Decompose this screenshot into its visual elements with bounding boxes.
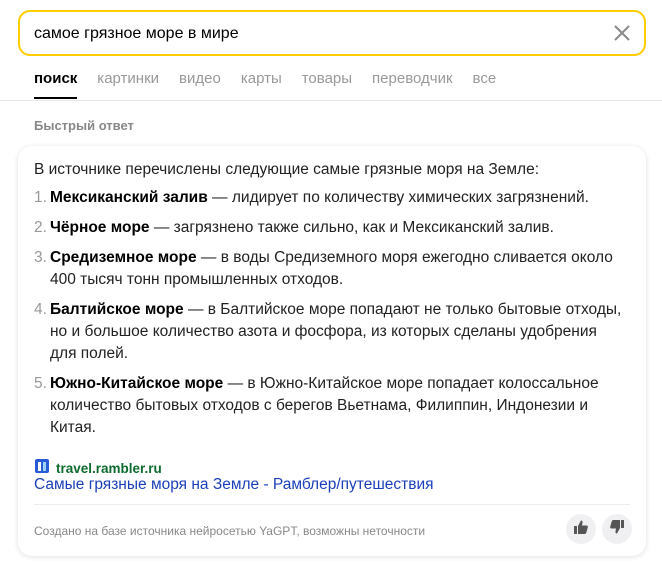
thumbs-up-icon	[573, 519, 589, 540]
source-link[interactable]: Самые грязные моря на Земле - Рамблер/пу…	[34, 476, 434, 494]
answer-list: 1. Мексиканский залив — лидирует по коли…	[34, 187, 624, 447]
sea-description: — загрязнено также сильно, как и Мексика…	[149, 219, 554, 236]
tab-images[interactable]: картинки	[97, 70, 159, 94]
list-item: 1. Мексиканский залив — лидирует по коли…	[34, 187, 624, 209]
sea-name: Средиземное море	[50, 249, 197, 266]
search-box[interactable]	[18, 10, 646, 56]
list-number: 1.	[34, 189, 47, 206]
tab-products[interactable]: товары	[302, 70, 352, 94]
list-item: 2. Чёрное море — загрязнено также сильно…	[34, 217, 624, 239]
tabs-divider	[0, 100, 662, 101]
sea-name: Мексиканский залив	[50, 189, 208, 206]
list-item: 4. Балтийское море — в Балтийское море п…	[34, 299, 624, 365]
tab-maps[interactable]: карты	[241, 70, 282, 94]
search-input[interactable]	[34, 22, 594, 46]
thumbs-down-button[interactable]	[602, 514, 632, 544]
list-number: 4.	[34, 301, 47, 318]
tab-video[interactable]: видео	[179, 70, 221, 94]
answer-intro: В источнике перечислены следующие самые …	[34, 161, 539, 178]
tab-translator[interactable]: переводчик	[372, 70, 452, 94]
thumbs-down-icon	[609, 519, 625, 540]
tab-all[interactable]: все	[473, 70, 497, 94]
thumbs-up-button[interactable]	[566, 514, 596, 544]
list-item: 5. Южно-Китайское море — в Южно-Китайско…	[34, 373, 624, 439]
ai-disclaimer: Создано на базе источника нейросетью YaG…	[34, 524, 426, 538]
sea-description: — лидирует по количеству химических загр…	[207, 189, 589, 206]
quick-answer-card: В источнике перечислены следующие самые …	[18, 146, 646, 556]
tab-search[interactable]: поиск	[34, 70, 78, 99]
source-host[interactable]: travel.rambler.ru	[56, 461, 162, 476]
sea-name: Чёрное море	[50, 219, 150, 236]
list-number: 5.	[34, 375, 47, 392]
list-number: 3.	[34, 249, 47, 266]
close-icon[interactable]	[612, 23, 632, 43]
quick-answer-title: Быстрый ответ	[34, 118, 134, 133]
sea-name: Южно-Китайское море	[50, 375, 224, 392]
list-number: 2.	[34, 219, 47, 236]
sea-name: Балтийское море	[50, 301, 184, 318]
list-item: 3. Средиземное море — в воды Средиземног…	[34, 247, 624, 291]
search-tabs: поиск картинки видео карты товары перево…	[34, 70, 516, 99]
card-divider	[34, 504, 630, 505]
